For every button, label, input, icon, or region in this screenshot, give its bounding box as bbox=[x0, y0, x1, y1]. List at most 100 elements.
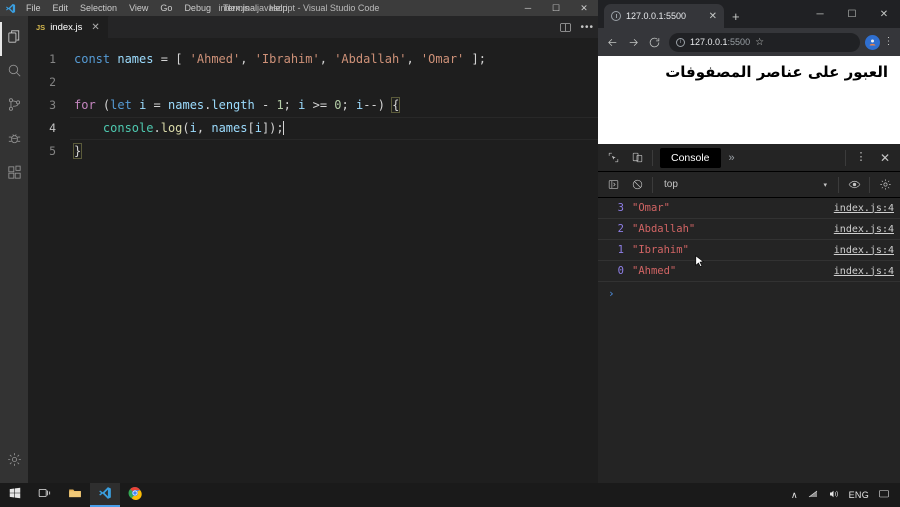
menu-file[interactable]: File bbox=[20, 0, 47, 16]
volume-icon[interactable] bbox=[828, 488, 840, 502]
vscode-maximize-button[interactable]: ☐ bbox=[542, 0, 570, 16]
sidebar-item-settings[interactable] bbox=[0, 447, 28, 477]
tab-console[interactable]: Console bbox=[660, 147, 721, 168]
menu-edit[interactable]: Edit bbox=[47, 0, 75, 16]
console-row[interactable]: 0 "Ahmed" index.js:4 bbox=[598, 261, 900, 282]
console-row[interactable]: 1 "Ibrahim" index.js:4 bbox=[598, 240, 900, 261]
console-source-link[interactable]: index.js:4 bbox=[834, 266, 894, 277]
token-names: names bbox=[117, 52, 154, 66]
close-icon[interactable]: ✕ bbox=[873, 147, 897, 169]
address-bar[interactable]: i 127.0.0.1:5500 ☆ bbox=[669, 32, 860, 52]
console-row[interactable]: 2 "Abdallah" index.js:4 bbox=[598, 219, 900, 240]
token-semicolon: ; bbox=[478, 52, 486, 66]
language-indicator[interactable]: ENG bbox=[849, 490, 869, 500]
sidebar-item-source-control[interactable] bbox=[0, 90, 28, 124]
token-i: i bbox=[254, 121, 262, 135]
token-let: let bbox=[110, 98, 132, 112]
menu-go[interactable]: Go bbox=[154, 0, 178, 16]
text-cursor bbox=[282, 121, 284, 135]
sidebar-item-explorer[interactable] bbox=[0, 22, 28, 56]
chrome-window-controls[interactable]: ─ ☐ ✕ bbox=[804, 0, 900, 28]
clear-console-icon[interactable] bbox=[625, 174, 649, 196]
back-arrow-icon[interactable] bbox=[603, 33, 622, 52]
chrome-close-button[interactable]: ✕ bbox=[868, 0, 900, 28]
divider bbox=[869, 176, 870, 193]
editor-tab-index-js[interactable]: JS index.js ✕ bbox=[28, 16, 109, 38]
inspect-element-icon[interactable] bbox=[601, 147, 625, 169]
menu-selection[interactable]: Selection bbox=[74, 0, 123, 16]
token-comma: , bbox=[406, 52, 414, 66]
vscode-icon bbox=[98, 486, 112, 505]
debug-icon bbox=[6, 130, 23, 152]
console-source-link[interactable]: index.js:4 bbox=[834, 245, 894, 256]
close-icon[interactable]: ✕ bbox=[91, 22, 99, 33]
code-lines[interactable]: const names = [ 'Ahmed', 'Ibrahim', 'Abd… bbox=[70, 38, 598, 483]
console-source-link[interactable]: index.js:4 bbox=[834, 224, 894, 235]
code-editor[interactable]: 1 2 3 4 5 const names = [ 'Ahmed', 'Ibra… bbox=[28, 38, 598, 483]
more-actions-icon[interactable]: ••• bbox=[580, 22, 594, 33]
close-icon[interactable]: ✕ bbox=[709, 11, 717, 22]
live-expression-icon[interactable] bbox=[842, 174, 866, 196]
settings-gear-icon[interactable] bbox=[873, 174, 897, 196]
chrome-menu-icon[interactable]: ⋮ bbox=[882, 37, 895, 47]
devtools-menu-icon[interactable]: ⋮ bbox=[849, 147, 873, 169]
avatar[interactable] bbox=[865, 34, 880, 50]
network-icon[interactable] bbox=[807, 488, 819, 502]
token-i: i bbox=[139, 98, 147, 112]
chrome-button[interactable] bbox=[120, 483, 150, 507]
browser-tab[interactable]: 127.0.0.1:5500 ✕ bbox=[604, 4, 724, 28]
reload-icon[interactable] bbox=[645, 33, 664, 52]
vscode-menubar[interactable]: File Edit Selection View Go Debug Termin… bbox=[20, 0, 294, 16]
split-editor-icon[interactable] bbox=[559, 21, 572, 34]
token-minus: - bbox=[261, 98, 270, 112]
system-tray: ∧ ENG bbox=[791, 488, 900, 502]
token-length: length bbox=[211, 98, 255, 112]
site-info-icon[interactable]: i bbox=[676, 37, 685, 47]
token-paren-close: ) bbox=[377, 98, 385, 112]
notification-icon[interactable] bbox=[878, 488, 890, 502]
tray-chevron-icon[interactable]: ∧ bbox=[791, 490, 798, 501]
page-heading: العبور على عناصر المصفوفات bbox=[665, 63, 888, 81]
sidebar-item-run-debug[interactable] bbox=[0, 124, 28, 158]
vscode-button[interactable] bbox=[90, 483, 120, 507]
bookmark-star-icon[interactable]: ☆ bbox=[755, 37, 764, 48]
menu-view[interactable]: View bbox=[123, 0, 154, 16]
vscode-minimize-button[interactable]: ─ bbox=[514, 0, 542, 16]
more-tabs-icon[interactable]: » bbox=[721, 152, 743, 164]
console-index: 3 bbox=[617, 202, 624, 214]
new-tab-button[interactable]: + bbox=[732, 10, 740, 23]
menu-terminal[interactable]: Terminal bbox=[217, 0, 263, 16]
vscode-window-controls[interactable]: ─ ☐ ✕ bbox=[514, 0, 598, 16]
task-view-button[interactable] bbox=[30, 483, 60, 507]
console-source-link[interactable]: index.js:4 bbox=[834, 203, 894, 214]
page-viewport: العبور على عناصر المصفوفات bbox=[598, 56, 900, 144]
start-button[interactable] bbox=[0, 483, 30, 507]
chrome-toolbar: i 127.0.0.1:5500 ☆ ⋮ bbox=[598, 28, 900, 56]
token-paren-open: ( bbox=[182, 121, 190, 135]
vscode-logo-icon bbox=[0, 3, 20, 14]
device-toolbar-icon[interactable] bbox=[625, 147, 649, 169]
file-explorer-button[interactable] bbox=[60, 483, 90, 507]
console-prompt[interactable]: › bbox=[598, 282, 900, 304]
console-output[interactable]: 3 "Omar" index.js:4 2 "Abdallah" index.j… bbox=[598, 198, 900, 483]
console-row[interactable]: 3 "Omar" index.js:4 bbox=[598, 198, 900, 219]
sidebar-item-search[interactable] bbox=[0, 56, 28, 90]
editor-tab-actions: ••• bbox=[559, 16, 594, 38]
token-gte: >= bbox=[312, 98, 328, 112]
forward-arrow-icon[interactable] bbox=[624, 33, 643, 52]
js-context-dropdown[interactable]: top ▾ bbox=[656, 179, 835, 190]
chrome-minimize-button[interactable]: ─ bbox=[804, 0, 836, 28]
vscode-activity-bar bbox=[0, 16, 28, 483]
sidebar-item-extensions[interactable] bbox=[0, 158, 28, 192]
line-number: 4 bbox=[49, 121, 56, 135]
vscode-close-button[interactable]: ✕ bbox=[570, 0, 598, 16]
chrome-maximize-button[interactable]: ☐ bbox=[836, 0, 868, 28]
source-control-icon bbox=[6, 96, 23, 118]
menu-help[interactable]: Help bbox=[263, 0, 294, 16]
menu-debug[interactable]: Debug bbox=[178, 0, 217, 16]
console-sidebar-icon[interactable] bbox=[601, 174, 625, 196]
line-number: 3 bbox=[49, 98, 56, 112]
token-equals: = bbox=[160, 52, 168, 66]
divider bbox=[838, 176, 839, 193]
devtools-tabbar: Console » ⋮ ✕ bbox=[598, 144, 900, 172]
